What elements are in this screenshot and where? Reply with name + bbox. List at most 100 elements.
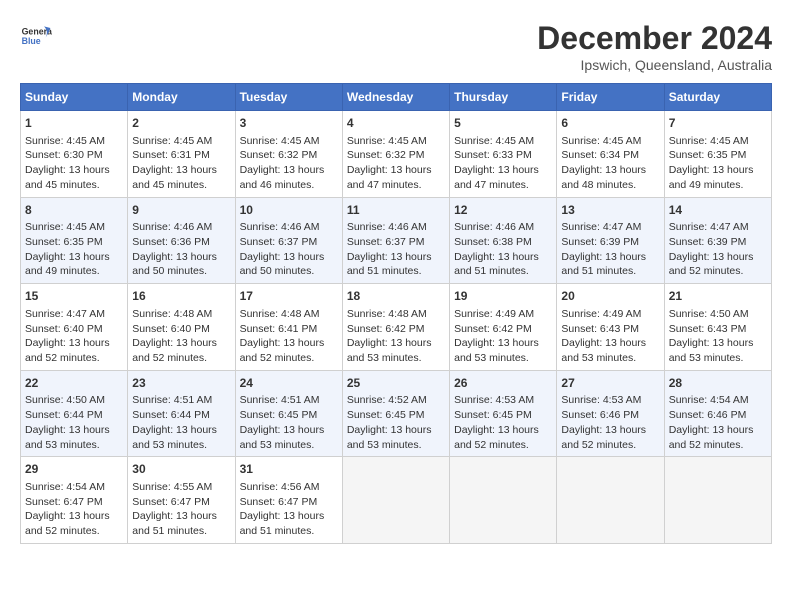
day-number: 19 <box>454 288 552 305</box>
logo: General Blue <box>20 20 52 52</box>
weekday-header: Saturday <box>664 84 771 111</box>
day-info: Sunrise: 4:48 AM Sunset: 6:42 PM Dayligh… <box>347 307 445 366</box>
calendar-cell <box>450 457 557 544</box>
calendar-cell: 9Sunrise: 4:46 AM Sunset: 6:36 PM Daylig… <box>128 197 235 284</box>
day-info: Sunrise: 4:50 AM Sunset: 6:43 PM Dayligh… <box>669 307 767 366</box>
svg-text:Blue: Blue <box>22 36 41 46</box>
calendar-cell: 26Sunrise: 4:53 AM Sunset: 6:45 PM Dayli… <box>450 370 557 457</box>
month-title: December 2024 <box>537 20 772 57</box>
calendar-cell <box>557 457 664 544</box>
calendar-cell: 30 Sunrise: 4:55 AM Sunset: 6:47 PM Dayli… <box>128 457 235 544</box>
day-info: Sunrise: 4:47 AM Sunset: 6:39 PM Dayligh… <box>561 220 659 279</box>
day-info: Sunrise: 4:45 AM Sunset: 6:33 PM Dayligh… <box>454 134 552 193</box>
calendar-cell: 10Sunrise: 4:46 AM Sunset: 6:37 PM Dayli… <box>235 197 342 284</box>
day-info: Sunrise: 4:51 AM Sunset: 6:44 PM Dayligh… <box>132 393 230 452</box>
day-number: 17 <box>240 288 338 305</box>
calendar-cell: 18 Sunrise: 4:48 AM Sunset: 6:42 PM Dayli… <box>342 284 449 371</box>
day-number: 24 <box>240 375 338 392</box>
calendar-cell <box>342 457 449 544</box>
day-number: 12 <box>454 202 552 219</box>
calendar-cell: 14Sunrise: 4:47 AM Sunset: 6:39 PM Dayli… <box>664 197 771 284</box>
calendar-cell: 20Sunrise: 4:49 AM Sunset: 6:43 PM Dayli… <box>557 284 664 371</box>
weekday-header: Wednesday <box>342 84 449 111</box>
calendar-cell: 22Sunrise: 4:50 AM Sunset: 6:44 PM Dayli… <box>21 370 128 457</box>
calendar-cell: 8Sunrise: 4:45 AM Sunset: 6:35 PM Daylig… <box>21 197 128 284</box>
day-info: Sunrise: 4:47 AM Sunset: 6:39 PM Dayligh… <box>669 220 767 279</box>
calendar-cell: 25Sunrise: 4:52 AM Sunset: 6:45 PM Dayli… <box>342 370 449 457</box>
calendar-cell: 23Sunrise: 4:51 AM Sunset: 6:44 PM Dayli… <box>128 370 235 457</box>
day-info: Sunrise: 4:45 AM Sunset: 6:32 PM Dayligh… <box>347 134 445 193</box>
day-number: 28 <box>669 375 767 392</box>
calendar-cell: 6 Sunrise: 4:45 AM Sunset: 6:34 PM Daylig… <box>557 111 664 198</box>
calendar-cell: 11Sunrise: 4:46 AM Sunset: 6:37 PM Dayli… <box>342 197 449 284</box>
day-info: Sunrise: 4:46 AM Sunset: 6:37 PM Dayligh… <box>347 220 445 279</box>
day-info: Sunrise: 4:45 AM Sunset: 6:30 PM Dayligh… <box>25 134 123 193</box>
day-info: Sunrise: 4:46 AM Sunset: 6:38 PM Dayligh… <box>454 220 552 279</box>
calendar-cell: 21 Sunrise: 4:50 AM Sunset: 6:43 PM Dayli… <box>664 284 771 371</box>
day-info: Sunrise: 4:54 AM Sunset: 6:47 PM Dayligh… <box>25 480 123 539</box>
calendar-cell: 27Sunrise: 4:53 AM Sunset: 6:46 PM Dayli… <box>557 370 664 457</box>
calendar-cell: 4 Sunrise: 4:45 AM Sunset: 6:32 PM Daylig… <box>342 111 449 198</box>
weekday-header: Monday <box>128 84 235 111</box>
calendar-week-row: 1 Sunrise: 4:45 AM Sunset: 6:30 PM Daylig… <box>21 111 772 198</box>
day-number: 15 <box>25 288 123 305</box>
calendar-cell: 5 Sunrise: 4:45 AM Sunset: 6:33 PM Daylig… <box>450 111 557 198</box>
calendar-cell: 28Sunrise: 4:54 AM Sunset: 6:46 PM Dayli… <box>664 370 771 457</box>
day-number: 3 <box>240 115 338 132</box>
day-number: 6 <box>561 115 659 132</box>
day-info: Sunrise: 4:46 AM Sunset: 6:36 PM Dayligh… <box>132 220 230 279</box>
day-number: 9 <box>132 202 230 219</box>
day-info: Sunrise: 4:50 AM Sunset: 6:44 PM Dayligh… <box>25 393 123 452</box>
day-info: Sunrise: 4:45 AM Sunset: 6:31 PM Dayligh… <box>132 134 230 193</box>
weekday-header: Tuesday <box>235 84 342 111</box>
day-info: Sunrise: 4:48 AM Sunset: 6:40 PM Dayligh… <box>132 307 230 366</box>
day-number: 2 <box>132 115 230 132</box>
calendar-cell: 1 Sunrise: 4:45 AM Sunset: 6:30 PM Daylig… <box>21 111 128 198</box>
calendar-cell: 15 Sunrise: 4:47 AM Sunset: 6:40 PM Dayli… <box>21 284 128 371</box>
day-number: 13 <box>561 202 659 219</box>
calendar-cell: 24Sunrise: 4:51 AM Sunset: 6:45 PM Dayli… <box>235 370 342 457</box>
calendar-cell: 3 Sunrise: 4:45 AM Sunset: 6:32 PM Daylig… <box>235 111 342 198</box>
calendar-week-row: 29 Sunrise: 4:54 AM Sunset: 6:47 PM Dayli… <box>21 457 772 544</box>
weekday-header: Sunday <box>21 84 128 111</box>
calendar-cell: 16Sunrise: 4:48 AM Sunset: 6:40 PM Dayli… <box>128 284 235 371</box>
day-info: Sunrise: 4:54 AM Sunset: 6:46 PM Dayligh… <box>669 393 767 452</box>
day-info: Sunrise: 4:56 AM Sunset: 6:47 PM Dayligh… <box>240 480 338 539</box>
calendar-cell <box>664 457 771 544</box>
day-number: 7 <box>669 115 767 132</box>
day-number: 18 <box>347 288 445 305</box>
location: Ipswich, Queensland, Australia <box>537 57 772 73</box>
day-number: 20 <box>561 288 659 305</box>
day-number: 27 <box>561 375 659 392</box>
calendar-table: SundayMondayTuesdayWednesdayThursdayFrid… <box>20 83 772 544</box>
title-block: December 2024 Ipswich, Queensland, Austr… <box>537 20 772 73</box>
calendar-cell: 2 Sunrise: 4:45 AM Sunset: 6:31 PM Daylig… <box>128 111 235 198</box>
calendar-week-row: 8Sunrise: 4:45 AM Sunset: 6:35 PM Daylig… <box>21 197 772 284</box>
day-number: 1 <box>25 115 123 132</box>
day-number: 29 <box>25 461 123 478</box>
calendar-cell: 29 Sunrise: 4:54 AM Sunset: 6:47 PM Dayli… <box>21 457 128 544</box>
day-info: Sunrise: 4:48 AM Sunset: 6:41 PM Dayligh… <box>240 307 338 366</box>
calendar-cell: 19Sunrise: 4:49 AM Sunset: 6:42 PM Dayli… <box>450 284 557 371</box>
day-info: Sunrise: 4:53 AM Sunset: 6:45 PM Dayligh… <box>454 393 552 452</box>
day-number: 4 <box>347 115 445 132</box>
day-number: 21 <box>669 288 767 305</box>
day-info: Sunrise: 4:55 AM Sunset: 6:47 PM Dayligh… <box>132 480 230 539</box>
day-info: Sunrise: 4:45 AM Sunset: 6:34 PM Dayligh… <box>561 134 659 193</box>
day-info: Sunrise: 4:45 AM Sunset: 6:32 PM Dayligh… <box>240 134 338 193</box>
calendar-cell: 7Sunrise: 4:45 AM Sunset: 6:35 PM Daylig… <box>664 111 771 198</box>
calendar-week-row: 22Sunrise: 4:50 AM Sunset: 6:44 PM Dayli… <box>21 370 772 457</box>
day-info: Sunrise: 4:47 AM Sunset: 6:40 PM Dayligh… <box>25 307 123 366</box>
day-number: 30 <box>132 461 230 478</box>
page-header: General Blue December 2024 Ipswich, Quee… <box>20 20 772 73</box>
weekday-header-row: SundayMondayTuesdayWednesdayThursdayFrid… <box>21 84 772 111</box>
logo-icon: General Blue <box>20 20 52 52</box>
calendar-cell: 17 Sunrise: 4:48 AM Sunset: 6:41 PM Dayli… <box>235 284 342 371</box>
day-number: 10 <box>240 202 338 219</box>
calendar-cell: 13Sunrise: 4:47 AM Sunset: 6:39 PM Dayli… <box>557 197 664 284</box>
day-number: 5 <box>454 115 552 132</box>
day-info: Sunrise: 4:51 AM Sunset: 6:45 PM Dayligh… <box>240 393 338 452</box>
day-number: 23 <box>132 375 230 392</box>
day-number: 22 <box>25 375 123 392</box>
day-info: Sunrise: 4:53 AM Sunset: 6:46 PM Dayligh… <box>561 393 659 452</box>
